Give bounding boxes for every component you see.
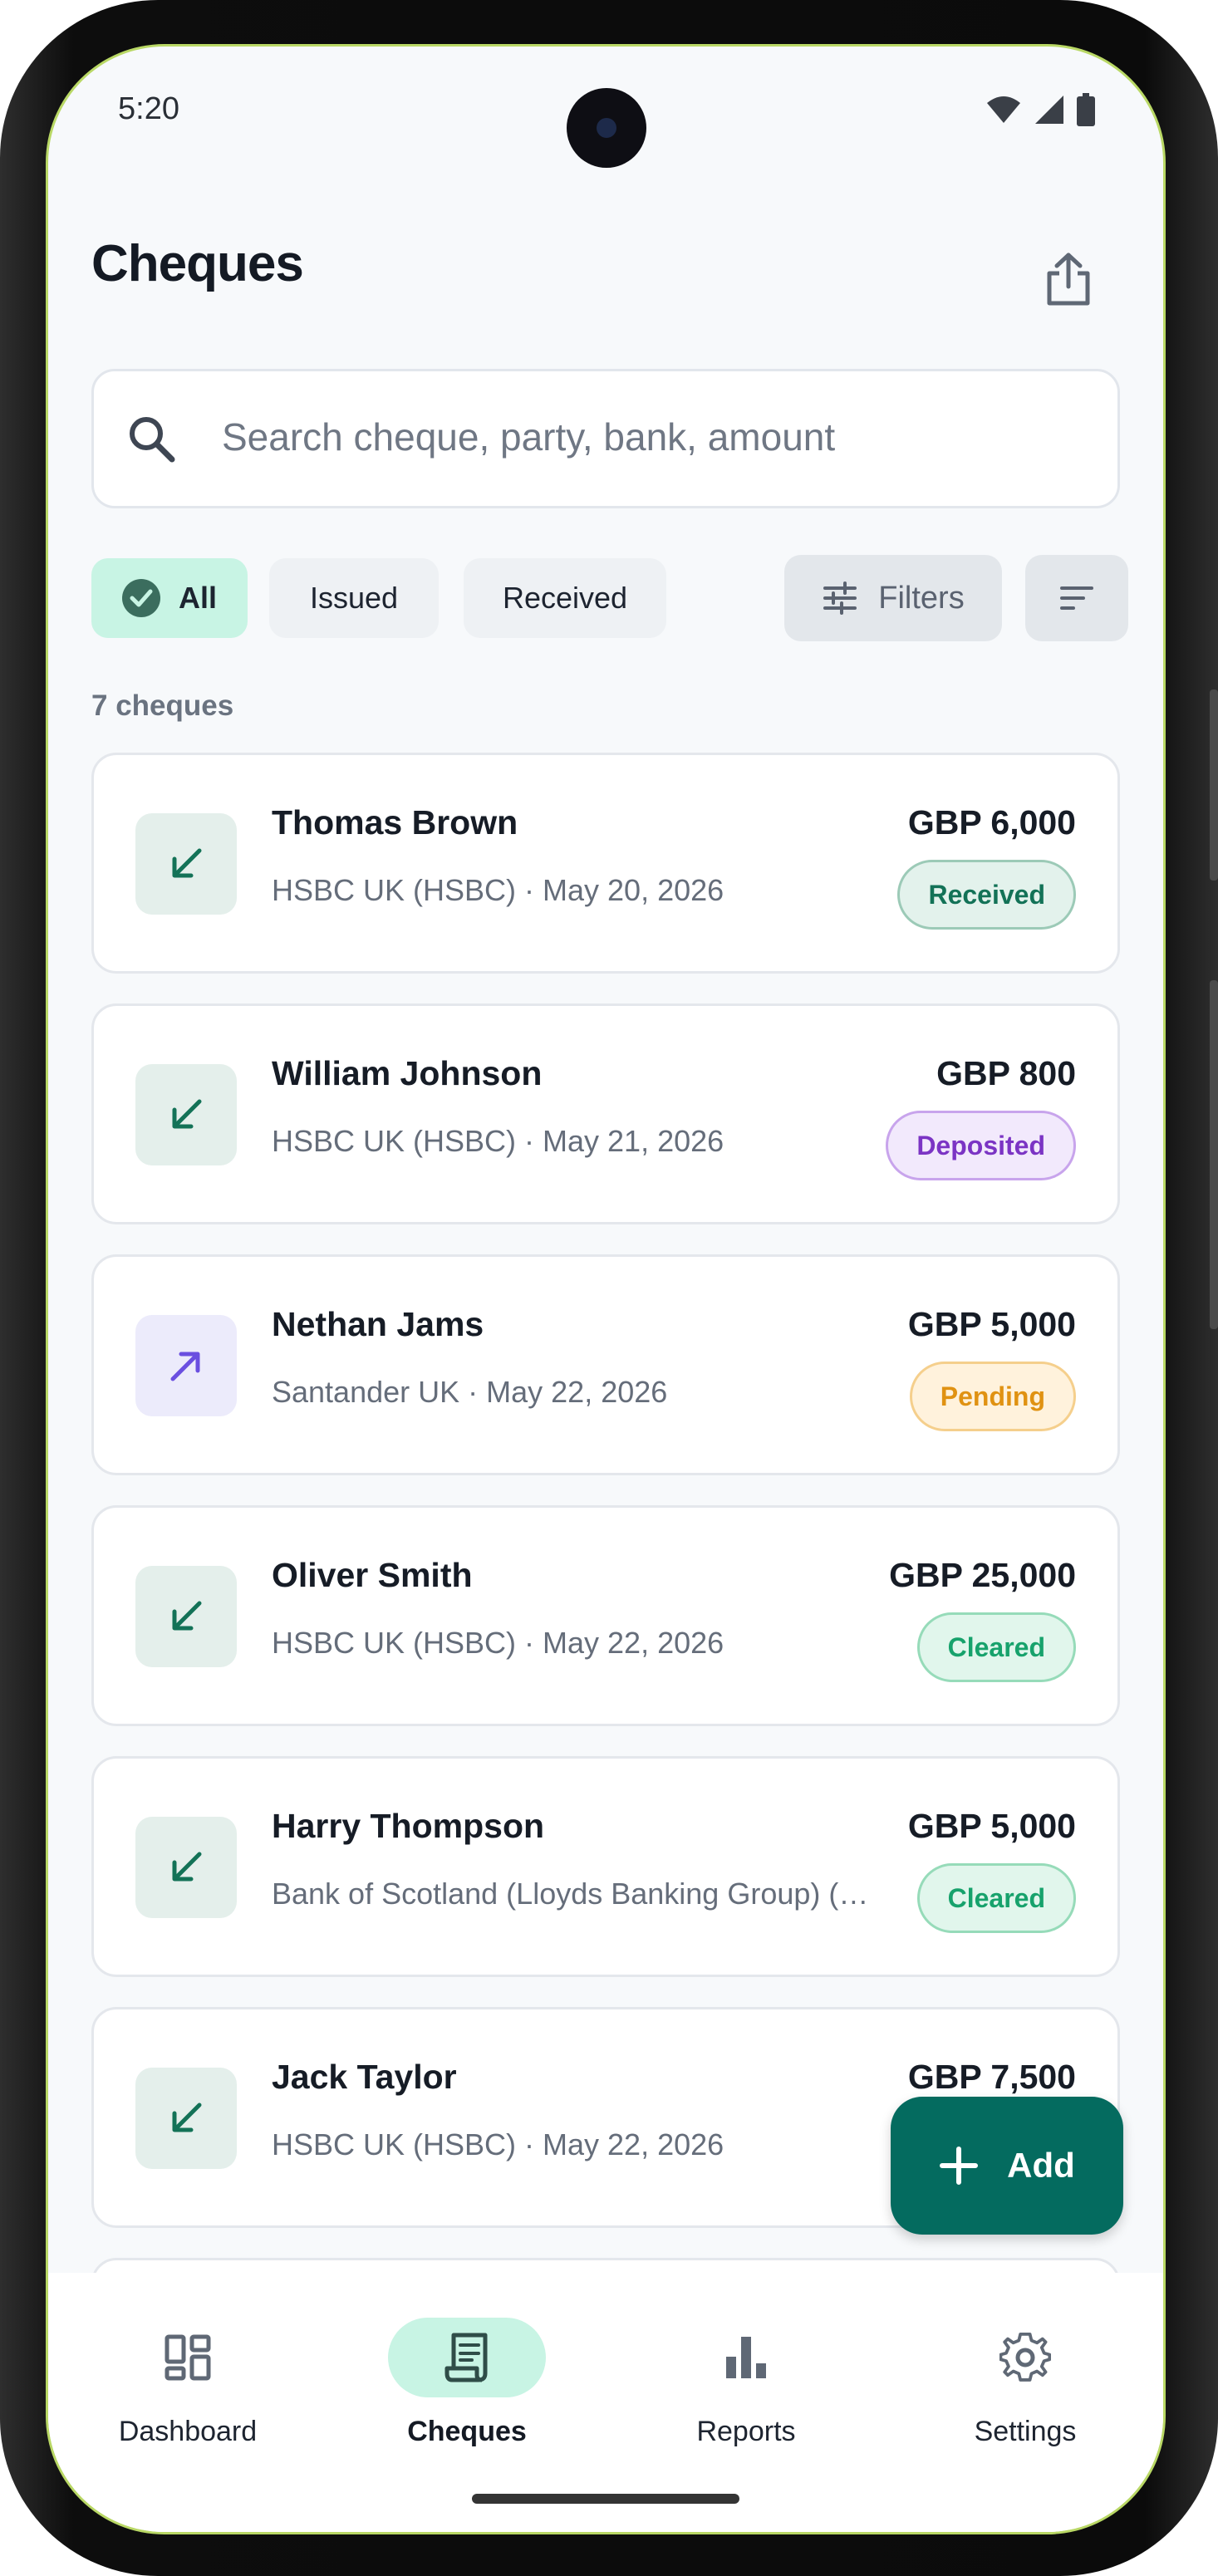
cheque-bank-date: HSBC UK (HSBC) · May 21, 2026: [272, 1124, 724, 1158]
chip-received-label: Received: [502, 581, 628, 615]
nav-dashboard[interactable]: Dashboard: [48, 2273, 327, 2447]
cheque-bank-date: Bank of Scotland (Lloyds Banking Group) …: [272, 1877, 869, 1911]
status-bar: 5:20: [48, 47, 1163, 171]
add-label: Add: [1007, 2146, 1075, 2185]
cheque-party: Nethan Jams: [272, 1305, 484, 1343]
share-icon: [1047, 253, 1090, 306]
status-badge: Deposited: [886, 1111, 1076, 1180]
received-arrow-icon: [135, 813, 237, 915]
status-time: 5:20: [118, 91, 179, 126]
gear-icon: [946, 2318, 1104, 2397]
cheque-count: 7 cheques: [91, 689, 234, 722]
cheque-amount: GBP 25,000: [889, 1556, 1076, 1594]
cheque-card[interactable]: Nethan Jams Santander UK · May 22, 2026 …: [91, 1254, 1120, 1475]
nav-settings[interactable]: Settings: [886, 2273, 1163, 2447]
nav-cheques[interactable]: Cheques: [327, 2273, 607, 2447]
status-badge: Cleared: [916, 1612, 1076, 1682]
nav-label: Settings: [974, 2416, 1077, 2447]
bar-chart-icon: [667, 2318, 825, 2397]
page-title: Cheques: [91, 235, 304, 292]
cheque-bank-date: HSBC UK (HSBC) · May 22, 2026: [272, 1626, 724, 1660]
received-arrow-icon: [135, 2068, 237, 2169]
cheque-party: William Johnson: [272, 1054, 543, 1092]
cheque-card[interactable]: William Johnson HSBC UK (HSBC) · May 21,…: [91, 1003, 1120, 1224]
issued-arrow-icon: [135, 1315, 237, 1416]
share-button[interactable]: [1029, 239, 1108, 319]
dashboard-icon: [109, 2318, 267, 2397]
cheque-amount: GBP 7,500: [907, 2058, 1076, 2096]
nav-label: Reports: [696, 2416, 796, 2447]
cheque-bank-date: HSBC UK (HSBC) · May 20, 2026: [272, 873, 724, 907]
status-icons: [985, 93, 1095, 126]
status-badge: Pending: [909, 1362, 1076, 1431]
sort-button[interactable]: [1025, 555, 1128, 641]
received-arrow-icon: [135, 1064, 237, 1165]
nav-label: Dashboard: [118, 2416, 258, 2447]
chip-all-label: All: [178, 581, 217, 615]
cheque-icon: [388, 2318, 546, 2397]
cheque-amount: GBP 800: [936, 1054, 1076, 1092]
received-arrow-icon: [135, 1566, 237, 1667]
cheque-bank-date: HSBC UK (HSBC) · May 22, 2026: [272, 2127, 724, 2161]
cheque-party: Thomas Brown: [272, 803, 518, 841]
app-screen: 5:20 Cheques Search cheque, party, bank,…: [48, 47, 1163, 2532]
search-placeholder: Search cheque, party, bank, amount: [222, 415, 836, 459]
signal-icon: [1035, 96, 1063, 124]
cheque-bank-date: Santander UK · May 22, 2026: [272, 1375, 668, 1409]
cheque-amount: GBP 6,000: [907, 803, 1076, 841]
search-input[interactable]: Search cheque, party, bank, amount: [91, 369, 1120, 508]
nav-reports[interactable]: Reports: [607, 2273, 886, 2447]
volume-button: [1210, 689, 1218, 881]
tune-icon: [823, 581, 857, 615]
cheque-card[interactable]: Oliver Smith HSBC UK (HSBC) · May 22, 20…: [91, 1505, 1120, 1726]
wifi-icon: [987, 96, 1020, 123]
cheque-card[interactable]: Harry Thompson Bank of Scotland (Lloyds …: [91, 1756, 1120, 1977]
cheque-party: Harry Thompson: [272, 1807, 545, 1845]
cheque-amount: GBP 5,000: [907, 1305, 1076, 1343]
chip-all[interactable]: All: [91, 558, 248, 638]
check-icon: [121, 579, 160, 617]
battery-icon: [1077, 93, 1095, 126]
power-button: [1210, 980, 1218, 1329]
cheque-party: Jack Taylor: [272, 2058, 457, 2096]
filters-label: Filters: [878, 580, 965, 616]
nav-label: Cheques: [407, 2416, 527, 2447]
add-cheque-button[interactable]: Add: [891, 2097, 1123, 2235]
status-badge: Cleared: [916, 1863, 1076, 1933]
front-camera: [567, 88, 646, 168]
cheque-party: Oliver Smith: [272, 1556, 473, 1594]
chip-received[interactable]: Received: [464, 558, 666, 638]
sort-icon: [1060, 586, 1093, 610]
cheque-amount: GBP 5,000: [907, 1807, 1076, 1845]
plus-icon: [940, 2147, 979, 2185]
chip-issued[interactable]: Issued: [269, 558, 439, 638]
chip-issued-label: Issued: [309, 581, 399, 615]
search-icon: [130, 417, 175, 463]
received-arrow-icon: [135, 1817, 237, 1918]
home-indicator[interactable]: [472, 2494, 739, 2504]
cheque-card[interactable]: Thomas Brown HSBC UK (HSBC) · May 20, 20…: [91, 753, 1120, 974]
status-badge: Received: [897, 860, 1076, 930]
filters-button[interactable]: Filters: [784, 555, 1002, 641]
